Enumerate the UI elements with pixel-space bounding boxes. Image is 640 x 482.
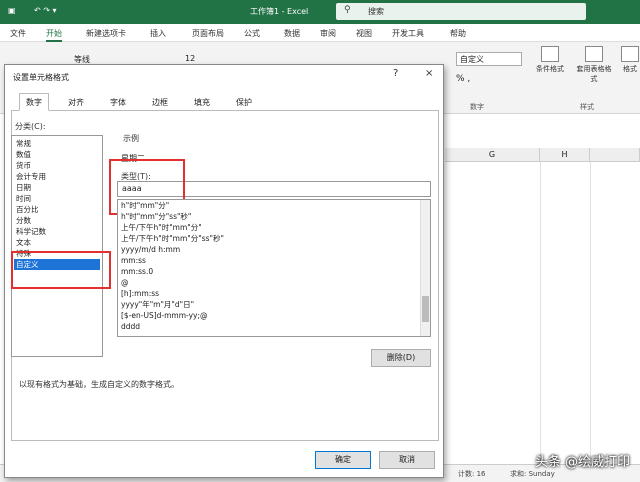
format-label: 格式 — [623, 65, 637, 73]
description-text: 以现有格式为基础，生成自定义的数字格式。 — [19, 380, 179, 389]
format-item[interactable]: dddd — [121, 321, 140, 332]
tab-fill[interactable]: 填充 — [187, 93, 217, 111]
status-sum: 求和: Sunday — [510, 470, 555, 478]
tab-new[interactable]: 新建选项卡 — [86, 28, 126, 39]
category-item[interactable]: 文本 — [14, 237, 100, 248]
help-button[interactable]: ? — [393, 68, 398, 79]
format-item[interactable]: mm:ss.0 — [121, 266, 153, 277]
grid-line — [590, 162, 591, 462]
category-item[interactable]: 会计专用 — [14, 171, 100, 182]
tab-review[interactable]: 审阅 — [320, 28, 336, 39]
insert-button[interactable]: 格式 — [618, 46, 640, 74]
quick-access-toolbar[interactable]: ↶ ↷ ▾ — [34, 6, 57, 15]
column-header-i[interactable] — [590, 148, 640, 162]
insert-icon — [621, 46, 639, 62]
format-cells-dialog: 设置单元格格式 ? × 数字 对齐 字体 边框 填充 保护 分类(C): 常规 … — [4, 64, 444, 478]
category-list[interactable]: 常规 数值 货币 会计专用 日期 时间 百分比 分数 科学记数 文本 特殊 自定… — [11, 135, 103, 357]
conditional-format-button[interactable]: 条件格式 — [530, 46, 570, 74]
cancel-button[interactable]: 取消 — [379, 451, 435, 469]
dialog-tabs: 数字 对齐 字体 边框 填充 保护 — [11, 93, 439, 111]
category-label: 分类(C): — [15, 122, 46, 131]
close-button[interactable]: × — [425, 68, 433, 79]
tab-alignment[interactable]: 对齐 — [61, 93, 91, 111]
format-item[interactable]: @ — [121, 277, 129, 288]
section-number: 数字 — [470, 103, 484, 111]
category-item[interactable]: 货币 — [14, 160, 100, 171]
table-format-label: 套用表格格式 — [576, 65, 612, 83]
number-format-select[interactable]: 自定义 — [456, 52, 522, 66]
scrollbar-thumb[interactable] — [422, 296, 429, 322]
ribbon-tabs: 文件 开始 新建选项卡 插入 页面布局 公式 数据 审阅 视图 开发工具 帮助 — [0, 24, 640, 42]
format-item[interactable]: [h]:mm:ss — [121, 288, 159, 299]
status-count: 计数: 16 — [458, 470, 486, 478]
search-icon: ⚲ — [344, 5, 351, 15]
tab-page-layout[interactable]: 页面布局 — [192, 28, 224, 39]
search-box[interactable]: ⚲ 搜索 — [336, 3, 586, 20]
tab-border[interactable]: 边框 — [145, 93, 175, 111]
save-icon[interactable]: ▣ — [8, 6, 16, 15]
format-item[interactable]: yyyy"年"m"月"d"日" — [121, 299, 194, 310]
window-title: 工作簿1 - Excel — [250, 7, 309, 16]
category-item[interactable]: 分数 — [14, 215, 100, 226]
format-item[interactable]: 上午/下午h"时"mm"分"ss"秒" — [121, 233, 224, 244]
format-item[interactable]: h"时"mm"分" — [121, 200, 169, 211]
tab-insert[interactable]: 插入 — [150, 28, 166, 39]
conditional-format-icon — [541, 46, 559, 62]
tab-data[interactable]: 数据 — [284, 28, 300, 39]
tab-font[interactable]: 字体 — [103, 93, 133, 111]
category-item[interactable]: 日期 — [14, 182, 100, 193]
format-list-scrollbar[interactable] — [420, 200, 430, 336]
category-item[interactable]: 科学记数 — [14, 226, 100, 237]
grid-line — [540, 162, 541, 462]
section-styles: 样式 — [580, 103, 594, 111]
category-item[interactable]: 数值 — [14, 149, 100, 160]
tab-file[interactable]: 文件 — [10, 28, 26, 39]
delete-button[interactable]: 删除(D) — [371, 349, 431, 367]
format-item[interactable]: yyyy/m/d h:mm — [121, 244, 180, 255]
sample-label: 示例 — [123, 134, 139, 143]
format-item[interactable]: h"时"mm"分"ss"秒" — [121, 211, 191, 222]
tab-developer[interactable]: 开发工具 — [392, 28, 424, 39]
category-item[interactable]: 常规 — [14, 138, 100, 149]
number-format-value: 自定义 — [460, 55, 484, 64]
conditional-format-label: 条件格式 — [536, 65, 564, 73]
column-header-g[interactable]: G — [445, 148, 540, 162]
highlight-box-category — [11, 251, 111, 289]
table-format-button[interactable]: 套用表格格式 — [574, 46, 614, 84]
tab-number[interactable]: 数字 — [19, 93, 49, 111]
percent-icon[interactable]: % , — [456, 74, 470, 84]
tab-view[interactable]: 视图 — [356, 28, 372, 39]
category-item[interactable]: 时间 — [14, 193, 100, 204]
format-item[interactable]: 上午/下午h"时"mm"分" — [121, 222, 202, 233]
tab-home[interactable]: 开始 — [46, 28, 62, 42]
tab-formulas[interactable]: 公式 — [244, 28, 260, 39]
font-size[interactable]: 12 — [185, 54, 195, 63]
watermark: 头条 @绘威打印 — [534, 455, 630, 470]
format-item[interactable]: mm:ss — [121, 255, 146, 266]
tab-help[interactable]: 帮助 — [450, 28, 466, 39]
format-list[interactable]: h"时"mm"分" h"时"mm"分"ss"秒" 上午/下午h"时"mm"分" … — [117, 199, 431, 337]
column-header-h[interactable]: H — [540, 148, 590, 162]
table-format-icon — [585, 46, 603, 62]
format-item[interactable]: [$-en-US]d-mmm-yy;@ — [121, 310, 208, 321]
category-item[interactable]: 百分比 — [14, 204, 100, 215]
title-bar: ▣ ↶ ↷ ▾ 工作簿1 - Excel ⚲ 搜索 — [0, 0, 640, 24]
search-placeholder: 搜索 — [368, 7, 384, 16]
ok-button[interactable]: 确定 — [315, 451, 371, 469]
dialog-title: 设置单元格格式 — [13, 73, 69, 82]
tab-protection[interactable]: 保护 — [229, 93, 259, 111]
